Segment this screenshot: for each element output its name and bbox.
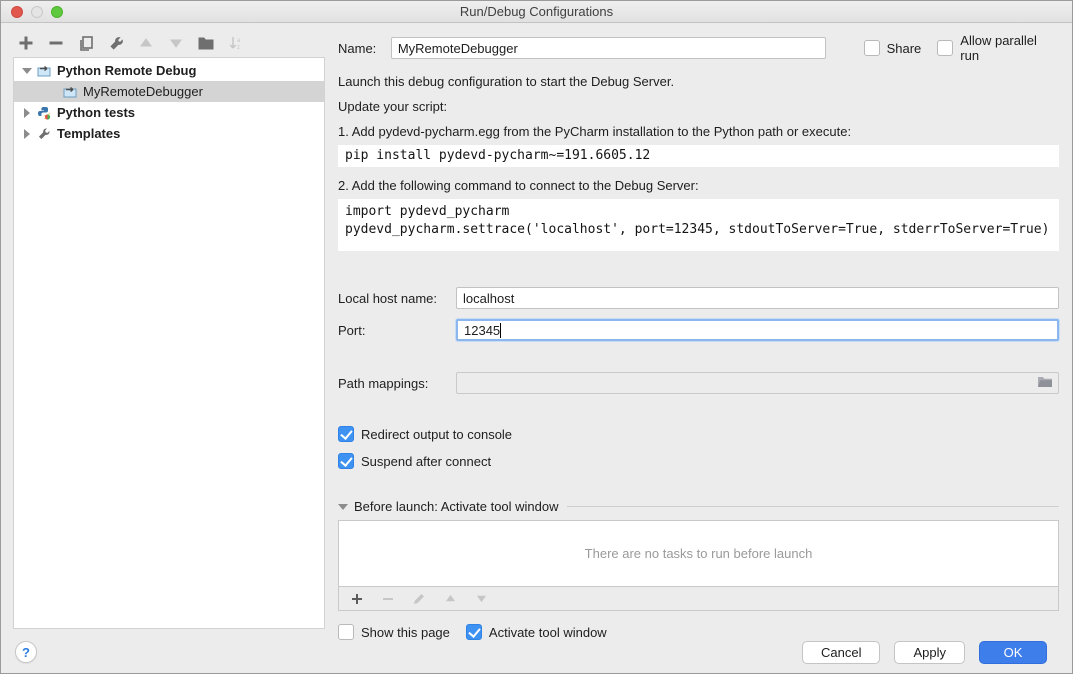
new-folder-icon[interactable]	[197, 34, 215, 52]
move-task-up-icon	[441, 590, 459, 608]
activate-tool-window-label: Activate tool window	[489, 625, 607, 640]
allow-parallel-run-label: Allow parallel run	[960, 33, 1059, 63]
before-launch-toolbar	[339, 586, 1058, 610]
dialog-buttons: Cancel Apply OK	[802, 641, 1047, 664]
before-launch-empty-text: There are no tasks to run before launch	[339, 521, 1058, 586]
ok-button[interactable]: OK	[979, 641, 1047, 664]
local-host-name-label: Local host name:	[338, 291, 456, 306]
text-caret	[500, 323, 501, 338]
cancel-button[interactable]: Cancel	[802, 641, 880, 664]
name-label: Name:	[338, 41, 391, 56]
help-button[interactable]: ?	[15, 641, 37, 663]
settrace-code-block: import pydevd_pycharm pydevd_pycharm.set…	[338, 199, 1059, 251]
move-task-down-icon	[472, 590, 490, 608]
edit-task-icon	[410, 590, 428, 608]
before-launch-header[interactable]: Before launch: Activate tool window	[338, 499, 1059, 514]
folder-icon[interactable]	[1037, 375, 1053, 391]
tree-item-label: Python Remote Debug	[57, 63, 196, 78]
chevron-right-icon[interactable]	[22, 129, 32, 139]
move-down-icon	[167, 34, 185, 52]
tree-item-label: Python tests	[57, 105, 135, 120]
separator-line	[567, 506, 1059, 507]
collapse-triangle-icon[interactable]	[338, 502, 348, 512]
name-input[interactable]	[391, 37, 826, 59]
step-2-text: 2. Add the following command to connect …	[338, 177, 1059, 194]
add-configuration-button[interactable]	[17, 34, 35, 52]
share-label: Share	[887, 41, 922, 56]
move-up-icon	[137, 34, 155, 52]
suspend-after-connect-checkbox[interactable]	[338, 453, 354, 469]
add-task-button[interactable]	[348, 590, 366, 608]
edit-templates-icon[interactable]	[107, 34, 125, 52]
tree-item-templates[interactable]: Templates	[14, 123, 324, 144]
apply-button[interactable]: Apply	[894, 641, 965, 664]
path-mappings-label: Path mappings:	[338, 376, 456, 391]
tree-item-myremotedebugger[interactable]: MyRemoteDebugger	[14, 81, 324, 102]
path-mappings-field	[456, 372, 1059, 394]
tree-item-python-tests[interactable]: Python tests	[14, 102, 324, 123]
intro-line-1: Launch this debug configuration to start…	[338, 73, 1059, 90]
intro-line-2: Update your script:	[338, 98, 1059, 115]
window-title: Run/Debug Configurations	[1, 4, 1072, 19]
run-debug-configurations-dialog: Run/Debug Configurations az	[0, 0, 1073, 674]
titlebar: Run/Debug Configurations	[1, 1, 1072, 23]
suspend-after-connect-label: Suspend after connect	[361, 454, 491, 469]
remote-debug-icon	[36, 64, 52, 78]
allow-parallel-run-checkbox[interactable]	[937, 40, 953, 56]
show-this-page-label: Show this page	[361, 625, 450, 640]
configurations-toolbar: az	[17, 33, 245, 53]
python-tests-icon	[36, 106, 52, 120]
pip-install-command: pip install pydevd-pycharm~=191.6605.12	[338, 145, 1059, 167]
port-input[interactable]	[456, 319, 1059, 341]
port-label: Port:	[338, 323, 456, 338]
before-launch-title: Before launch: Activate tool window	[354, 499, 559, 514]
remote-debug-icon	[62, 85, 78, 99]
code-line-import: import pydevd_pycharm	[345, 203, 1052, 221]
tree-item-label: MyRemoteDebugger	[83, 84, 203, 99]
before-launch-task-list: There are no tasks to run before launch	[338, 520, 1059, 611]
show-this-page-checkbox[interactable]	[338, 624, 354, 640]
configuration-form: Name: Share Allow parallel run Launch th…	[338, 33, 1059, 640]
local-host-name-input[interactable]	[456, 287, 1059, 309]
tree-item-label: Templates	[57, 126, 120, 141]
wrench-icon	[36, 127, 52, 141]
share-checkbox[interactable]	[864, 40, 880, 56]
redirect-output-checkbox[interactable]	[338, 426, 354, 442]
svg-text:a: a	[237, 38, 241, 44]
step-1-text: 1. Add pydevd-pycharm.egg from the PyCha…	[338, 123, 1059, 140]
chevron-down-icon[interactable]	[22, 66, 32, 76]
sort-alphabetically-icon: az	[227, 34, 245, 52]
redirect-output-label: Redirect output to console	[361, 427, 512, 442]
remove-task-icon	[379, 590, 397, 608]
activate-tool-window-checkbox[interactable]	[466, 624, 482, 640]
svg-text:z: z	[237, 45, 240, 51]
chevron-right-icon[interactable]	[22, 108, 32, 118]
tree-item-python-remote-debug[interactable]: Python Remote Debug	[14, 60, 324, 81]
remove-configuration-button[interactable]	[47, 34, 65, 52]
configurations-tree: Python Remote Debug MyRemoteDebugger Pyt…	[13, 57, 325, 629]
code-line-settrace: pydevd_pycharm.settrace('localhost', por…	[345, 221, 1052, 239]
copy-configuration-icon[interactable]	[77, 34, 95, 52]
